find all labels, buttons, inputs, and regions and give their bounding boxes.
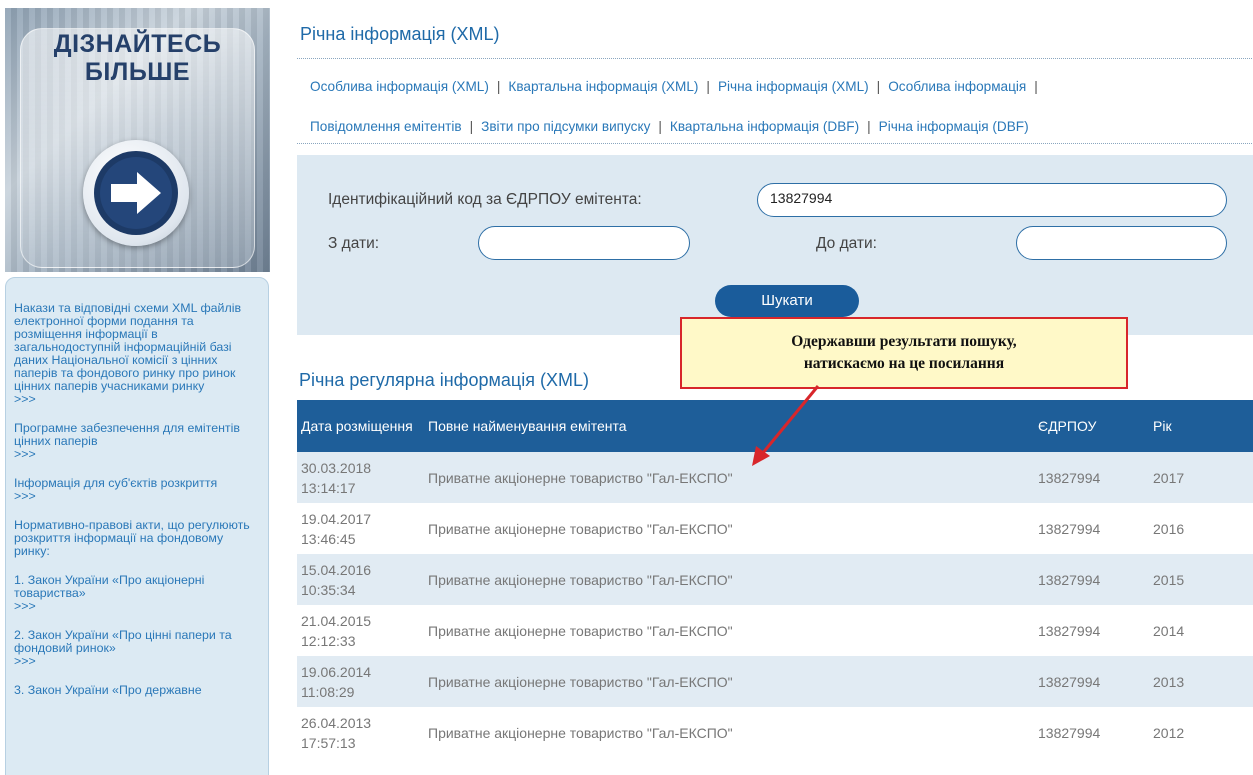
table-row[interactable]: 26.04.2013 17:57:13 Приватне акціонерне т…	[297, 707, 1253, 758]
edrpou-input[interactable]: 13827994	[757, 183, 1227, 217]
cell-edrpou: 13827994	[1034, 707, 1149, 758]
sidebar-item-law-securities[interactable]: 2. Закон України «Про цінні папери та фо…	[14, 629, 256, 668]
cell-year: 2016	[1149, 503, 1253, 554]
cell-year: 2017	[1149, 452, 1253, 503]
sidebar-more-link[interactable]: >>>	[14, 655, 256, 668]
divider	[297, 143, 1252, 144]
nav-link-issue-reports[interactable]: Звіти про підсумки випуску	[481, 119, 650, 134]
cell-year: 2014	[1149, 605, 1253, 656]
edrpou-label: Ідентифікаційний код за ЄДРПОУ емітента:	[328, 191, 642, 208]
cell-date: 15.04.2016 10:35:34	[297, 554, 424, 605]
cell-issuer-link[interactable]: Приватне акціонерне товариство "Гал-ЕКСП…	[424, 554, 1034, 605]
banner-title: ДІЗНАЙТЕСЬ БІЛЬШЕ	[53, 30, 222, 86]
cell-issuer-link[interactable]: Приватне акціонерне товариство "Гал-ЕКСП…	[424, 503, 1034, 554]
arrow-right-icon[interactable]	[83, 140, 189, 246]
cell-edrpou: 13827994	[1034, 503, 1149, 554]
table-row[interactable]: 19.04.2017 13:46:45 Приватне акціонерне т…	[297, 503, 1253, 554]
cell-year: 2012	[1149, 707, 1253, 758]
instruction-callout: Одержавши результати пошуку, натискаємо …	[680, 317, 1128, 389]
sidebar-more-link[interactable]: >>>	[14, 448, 256, 461]
sidebar-item-label[interactable]: 1. Закон України «Про акціонерні товарис…	[14, 573, 204, 600]
callout-line-2: натискаємо на це посилання	[803, 355, 1005, 372]
table-row[interactable]: 15.04.2016 10:35:34 Приватне акціонерне т…	[297, 554, 1253, 605]
sidebar-item-label[interactable]: 3. Закон України «Про державне	[14, 683, 202, 697]
from-date-label: З дати:	[328, 235, 380, 252]
column-header-name: Повне найменування емітента	[424, 400, 1034, 452]
nav-link-special-xml[interactable]: Особлива інформація (XML)	[310, 79, 489, 94]
sidebar-item-label[interactable]: Програмне забезпечення для емітентів цін…	[14, 421, 240, 448]
sidebar-more-link[interactable]: >>>	[14, 393, 256, 406]
learn-more-banner[interactable]: ДІЗНАЙТЕСЬ БІЛЬШЕ	[5, 8, 270, 272]
nav-link-annual-xml[interactable]: Річна інформація (XML)	[718, 79, 869, 94]
sidebar-more-link[interactable]: >>>	[14, 600, 256, 613]
nav-link-quarterly-xml[interactable]: Квартальна інформація (XML)	[508, 79, 698, 94]
cell-issuer-link[interactable]: Приватне акціонерне товариство "Гал-ЕКСП…	[424, 452, 1034, 503]
cell-date: 21.04.2015 12:12:33	[297, 605, 424, 656]
cell-date: 19.04.2017 13:46:45	[297, 503, 424, 554]
search-panel: Ідентифікаційний код за ЄДРПОУ емітента:…	[297, 155, 1253, 335]
column-header-edrpou: ЄДРПОУ	[1034, 400, 1149, 452]
column-header-date: Дата розміщення	[297, 400, 424, 452]
sidebar-item-label[interactable]: 2. Закон України «Про цінні папери та фо…	[14, 628, 232, 655]
cell-edrpou: 13827994	[1034, 554, 1149, 605]
sidebar-item-label: Нормативно-правові акти, що регулюють ро…	[14, 518, 250, 558]
report-type-nav: Особлива інформація (XML) | Квартальна інф…	[310, 67, 1250, 147]
cell-issuer-link[interactable]: Приватне акціонерне товариство "Гал-ЕКСП…	[424, 605, 1034, 656]
sidebar-item-label[interactable]: Інформація для суб'єктів розкриття	[14, 476, 217, 490]
cell-issuer-link[interactable]: Приватне акціонерне товариство "Гал-ЕКСП…	[424, 707, 1034, 758]
column-header-year: Рік	[1149, 400, 1253, 452]
callout-arrow-icon	[752, 385, 820, 466]
cell-edrpou: 13827994	[1034, 656, 1149, 707]
nav-link-quarterly-dbf[interactable]: Квартальна інформація (DBF)	[670, 119, 859, 134]
sidebar-item-software[interactable]: Програмне забезпечення для емітентів цін…	[14, 422, 256, 461]
search-button[interactable]: Шукати	[715, 285, 859, 317]
cell-date: 26.04.2013 17:57:13	[297, 707, 424, 758]
sidebar-item-disclosure-info[interactable]: Інформація для суб'єктів розкриття >>>	[14, 477, 256, 503]
nav-link-annual-dbf[interactable]: Річна інформація (DBF)	[879, 119, 1029, 134]
cell-date: 19.06.2014 11:08:29	[297, 656, 424, 707]
sidebar-item-xml-orders[interactable]: Накази та відповідні схеми XML файлів ел…	[14, 302, 256, 406]
cell-year: 2013	[1149, 656, 1253, 707]
sidebar-more-link[interactable]: >>>	[14, 490, 256, 503]
nav-link-special[interactable]: Особлива інформація	[888, 79, 1026, 94]
from-date-input[interactable]	[478, 226, 690, 260]
cell-edrpou: 13827994	[1034, 452, 1149, 503]
table-row[interactable]: 21.04.2015 12:12:33 Приватне акціонерне т…	[297, 605, 1253, 656]
sidebar: Накази та відповідні схеми XML файлів ел…	[5, 277, 269, 775]
divider	[297, 58, 1252, 59]
nav-row-1: Особлива інформація (XML) | Квартальна інф…	[310, 79, 1038, 94]
to-date-input[interactable]	[1016, 226, 1227, 260]
sidebar-item-law-state[interactable]: 3. Закон України «Про державне	[14, 684, 256, 697]
nav-link-issuer-messages[interactable]: Повідомлення емітентів	[310, 119, 462, 134]
cell-edrpou: 13827994	[1034, 605, 1149, 656]
sidebar-item-label[interactable]: Накази та відповідні схеми XML файлів ел…	[14, 301, 241, 393]
sidebar-item-regulations: Нормативно-правові акти, що регулюють ро…	[14, 519, 256, 558]
cell-year: 2015	[1149, 554, 1253, 605]
results-title: Річна регулярна інформація (XML)	[299, 370, 589, 390]
page-title: Річна інформація (XML)	[300, 24, 500, 44]
table-row[interactable]: 19.06.2014 11:08:29 Приватне акціонерне т…	[297, 656, 1253, 707]
sidebar-item-law-joint-stock[interactable]: 1. Закон України «Про акціонерні товарис…	[14, 574, 256, 613]
to-date-label: До дати:	[816, 235, 877, 252]
cell-issuer-link[interactable]: Приватне акціонерне товариство "Гал-ЕКСП…	[424, 656, 1034, 707]
callout-line-1: Одержавши результати пошуку,	[791, 333, 1017, 350]
cell-date: 30.03.2018 13:14:17	[297, 452, 424, 503]
nav-row-2: Повідомлення емітентів | Звіти про підсумк…	[310, 119, 1029, 134]
